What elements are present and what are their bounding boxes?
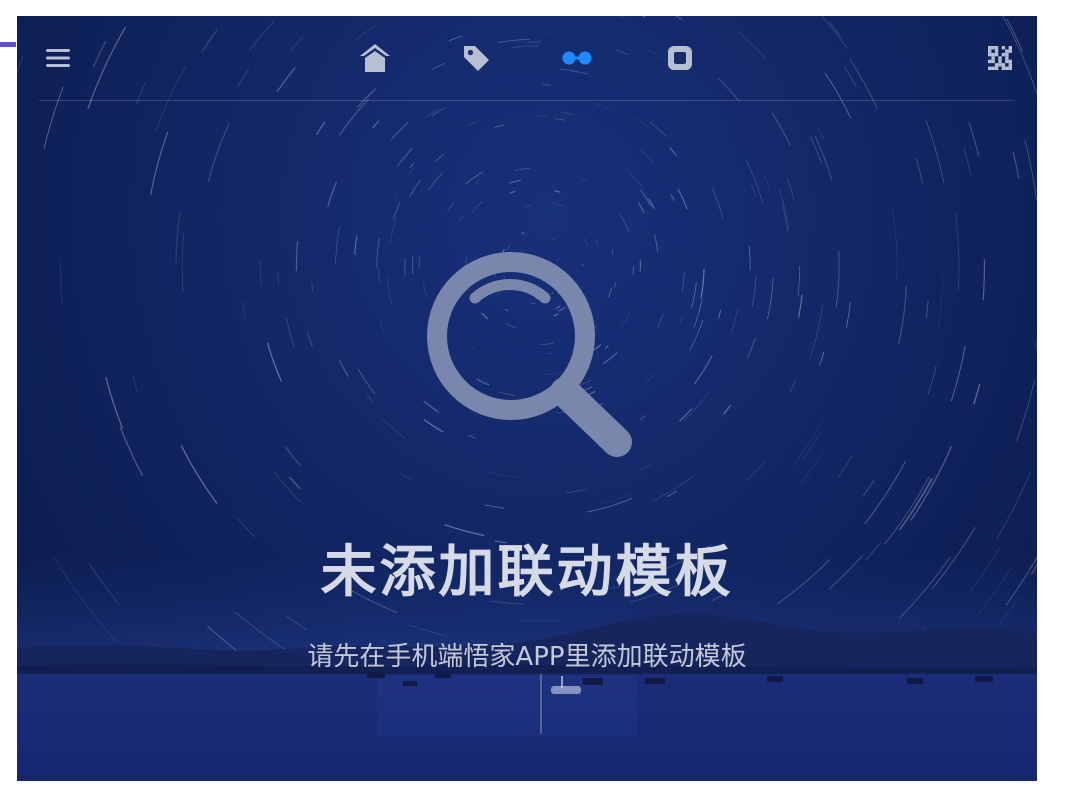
qr-module	[1008, 66, 1012, 70]
qr-module	[998, 56, 1002, 60]
qr-module	[1005, 56, 1009, 60]
qr-module	[988, 46, 992, 50]
top-navbar	[17, 16, 1037, 100]
qr-module	[994, 49, 999, 53]
magnifier-icon	[427, 252, 632, 457]
navbar-divider	[39, 100, 1015, 101]
qr-code-icon	[988, 46, 1012, 70]
qr-module	[1001, 66, 1006, 70]
home-icon	[360, 44, 390, 72]
qr-module	[991, 46, 995, 50]
qr-module	[991, 56, 995, 60]
qr-module	[1005, 66, 1009, 70]
qr-module	[988, 52, 992, 57]
empty-state-title: 未添加联动模板	[320, 540, 734, 605]
qr-module	[988, 49, 992, 53]
qr-module	[1001, 46, 1006, 50]
qr-code-button[interactable]	[980, 38, 1020, 78]
qr-module	[994, 46, 999, 50]
tag-tab[interactable]	[456, 38, 496, 78]
qr-module	[1008, 59, 1012, 64]
app-screen: 未添加联动模板 请先在手机端悟家APP里添加联动模板	[17, 16, 1037, 781]
qr-module	[994, 63, 999, 67]
qr-module	[1008, 46, 1012, 50]
qr-module	[1001, 52, 1006, 57]
qr-module	[988, 66, 992, 70]
qr-module	[1005, 52, 1009, 57]
home-tab[interactable]	[355, 38, 395, 78]
tag-icon	[464, 46, 489, 71]
menu-button[interactable]	[38, 38, 78, 78]
qr-module	[1005, 49, 1009, 53]
menu-icon	[46, 49, 70, 67]
qr-module	[991, 52, 995, 57]
qr-module	[988, 59, 992, 64]
square-device-icon	[668, 46, 692, 70]
qr-module	[994, 52, 999, 57]
linkage-tab[interactable]	[557, 38, 597, 78]
qr-module	[991, 66, 995, 70]
linkage-icon	[562, 51, 592, 65]
qr-module	[994, 66, 999, 70]
qr-module	[991, 59, 995, 64]
qr-module	[998, 63, 1002, 67]
qr-module	[1008, 63, 1012, 67]
qr-module	[1008, 49, 1012, 53]
qr-module	[1005, 59, 1009, 64]
qr-module	[998, 59, 1002, 64]
accent-strip	[0, 42, 16, 47]
empty-state-subtitle: 请先在手机端悟家APP里添加联动模板	[307, 642, 747, 672]
device-tab[interactable]	[660, 38, 700, 78]
qr-module	[1001, 63, 1006, 67]
